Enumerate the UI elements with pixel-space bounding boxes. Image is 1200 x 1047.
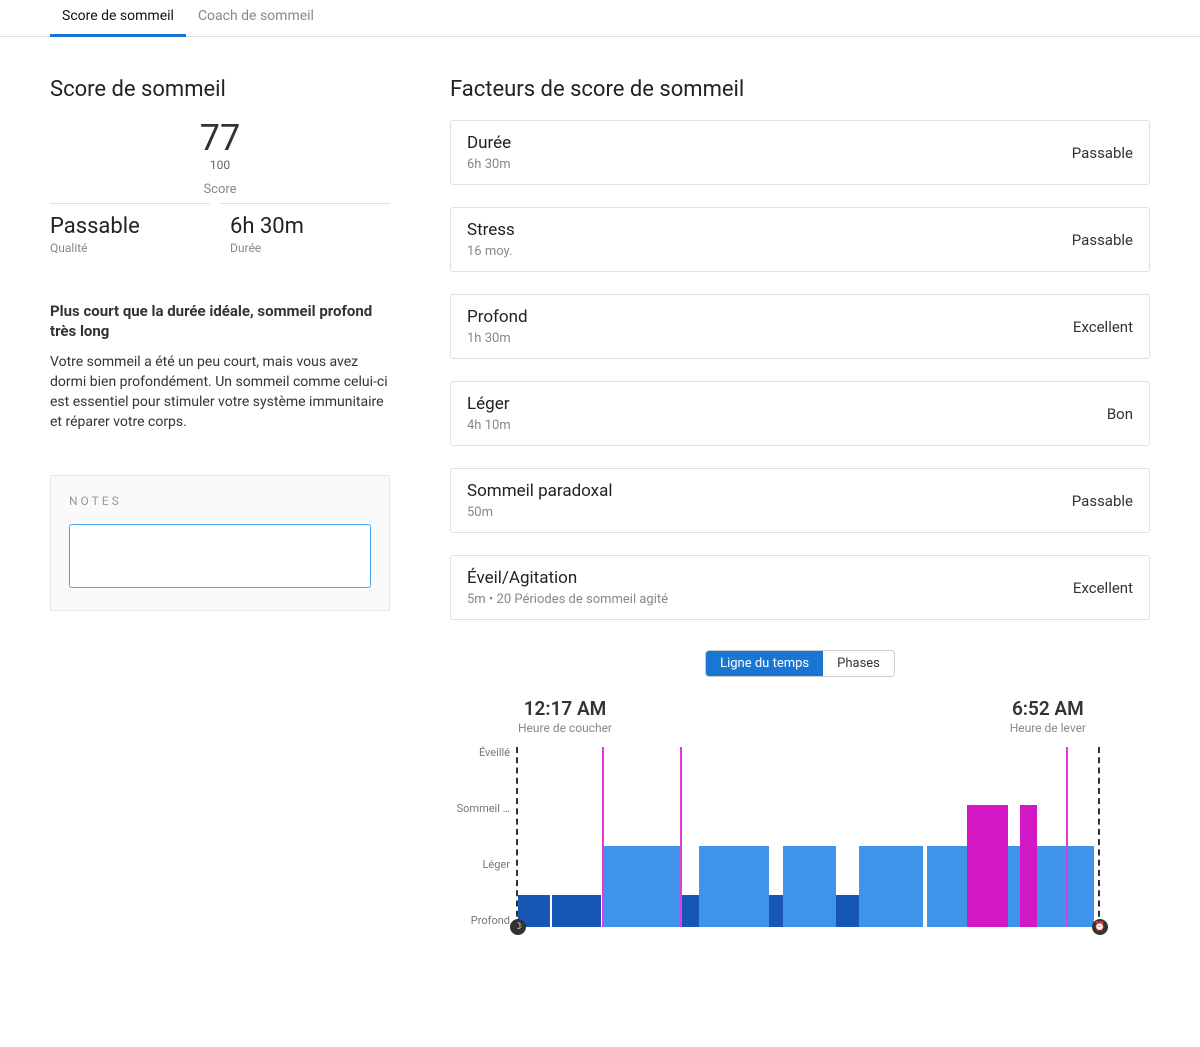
quality-value: Passable bbox=[50, 214, 210, 239]
factor-rating: Passable bbox=[1072, 231, 1133, 249]
chart-y-labels: Éveillé Sommeil … Léger Profond bbox=[450, 747, 516, 927]
notes-label: NOTES bbox=[69, 494, 371, 508]
tab-sleep-coach[interactable]: Coach de sommeil bbox=[186, 0, 326, 36]
notes-panel: NOTES bbox=[50, 475, 390, 611]
factor-sub: 1h 30m bbox=[467, 331, 528, 346]
factor-title: Durée bbox=[467, 133, 511, 153]
factor-title: Éveil/Agitation bbox=[467, 568, 668, 588]
sleep-segment-light bbox=[604, 846, 680, 927]
factor-card[interactable]: Durée 6h 30m Passable bbox=[450, 120, 1150, 185]
factor-title: Léger bbox=[467, 394, 511, 414]
summary-headline: Plus court que la durée idéale, sommeil … bbox=[50, 301, 390, 342]
score-value: 77 bbox=[50, 120, 390, 156]
factor-sub: 16 moy. bbox=[467, 244, 515, 259]
sleep-segment-deep bbox=[682, 895, 699, 927]
sleep-segment-light bbox=[927, 846, 968, 927]
factors-title: Facteurs de score de sommeil bbox=[450, 77, 1150, 102]
factor-card[interactable]: Profond 1h 30m Excellent bbox=[450, 294, 1150, 359]
notes-input[interactable] bbox=[69, 524, 371, 588]
view-toggle: Ligne du temps Phases bbox=[705, 650, 895, 677]
sleep-segment-light bbox=[1037, 846, 1066, 927]
ylabel-awake: Éveillé bbox=[479, 747, 510, 759]
bedtime-marker-icon: ☽ bbox=[510, 919, 526, 935]
score-max: 100 bbox=[50, 158, 390, 172]
score-block: 77 100 Score bbox=[50, 120, 390, 197]
factor-rating: Bon bbox=[1107, 405, 1133, 423]
score-label: Score bbox=[50, 182, 390, 197]
factor-sub: 50m bbox=[467, 505, 613, 520]
sleep-segment-light bbox=[859, 846, 923, 927]
factor-sub: 6h 30m bbox=[467, 157, 511, 172]
ylabel-rem: Sommeil … bbox=[457, 803, 510, 815]
factor-title: Stress bbox=[467, 220, 515, 240]
factor-card[interactable]: Léger 4h 10m Bon bbox=[450, 381, 1150, 446]
factor-rating: Passable bbox=[1072, 492, 1133, 510]
ylabel-light: Léger bbox=[483, 859, 511, 871]
factor-card[interactable]: Éveil/Agitation 5m • 20 Périodes de somme… bbox=[450, 555, 1150, 620]
factor-title: Profond bbox=[467, 307, 528, 327]
quality-label: Qualité bbox=[50, 241, 210, 255]
left-title: Score de sommeil bbox=[50, 77, 390, 102]
waketime-label: Heure de lever bbox=[1010, 721, 1086, 735]
bedtime-value: 12:17 AM bbox=[518, 697, 612, 720]
tab-sleep-score[interactable]: Score de sommeil bbox=[50, 0, 186, 37]
factor-sub: 5m • 20 Périodes de sommeil agité bbox=[467, 592, 668, 607]
factor-card[interactable]: Sommeil paradoxal 50m Passable bbox=[450, 468, 1150, 533]
factor-title: Sommeil paradoxal bbox=[467, 481, 613, 501]
sleep-segment-rem bbox=[1020, 805, 1037, 927]
sleep-segment-deep bbox=[552, 895, 601, 927]
factor-rating: Excellent bbox=[1073, 579, 1133, 597]
summary-body: Votre sommeil a été un peu court, mais v… bbox=[50, 352, 390, 433]
factor-rating: Passable bbox=[1072, 144, 1133, 162]
sleep-timeline-chart: ☽ ⏰ bbox=[516, 747, 1100, 927]
sleep-segment-light bbox=[1068, 846, 1094, 927]
sleep-segment-rem bbox=[967, 805, 1008, 927]
waketime-value: 6:52 AM bbox=[1010, 697, 1086, 720]
factor-card[interactable]: Stress 16 moy. Passable bbox=[450, 207, 1150, 272]
toggle-timeline[interactable]: Ligne du temps bbox=[706, 651, 823, 676]
ylabel-deep: Profond bbox=[471, 915, 510, 927]
toggle-phases[interactable]: Phases bbox=[823, 651, 894, 676]
duration-label: Durée bbox=[230, 241, 390, 255]
tabs: Score de sommeil Coach de sommeil bbox=[0, 0, 1200, 37]
factor-sub: 4h 10m bbox=[467, 418, 511, 433]
sleep-segment-light bbox=[699, 846, 769, 927]
waketime-marker-icon: ⏰ bbox=[1092, 919, 1108, 935]
sleep-segment-deep bbox=[769, 895, 784, 927]
sleep-segment-light bbox=[1008, 846, 1020, 927]
sleep-segment-light bbox=[783, 846, 835, 927]
factors-list: Durée 6h 30m Passable Stress 16 moy. Passable… bbox=[450, 120, 1150, 620]
factor-rating: Excellent bbox=[1073, 318, 1133, 336]
sleep-segment-deep bbox=[836, 895, 859, 927]
bedtime-label: Heure de coucher bbox=[518, 721, 612, 735]
duration-value: 6h 30m bbox=[230, 214, 390, 239]
